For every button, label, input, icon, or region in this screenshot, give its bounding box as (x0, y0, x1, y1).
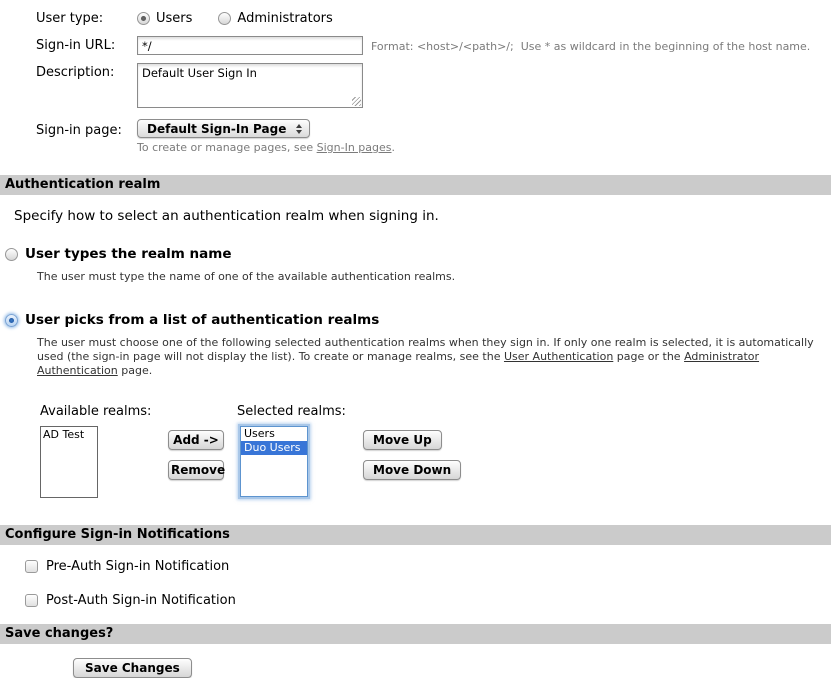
sign-in-url-label: Sign-in URL: (0, 36, 137, 53)
description-label: Description: (0, 63, 137, 80)
radio-administrators[interactable] (218, 12, 231, 25)
pre-auth-checkbox[interactable] (25, 560, 38, 573)
available-realms-column: Available realms: AD Test (40, 404, 168, 498)
resize-handle-icon[interactable] (352, 97, 361, 106)
description-textarea-wrap: Default User Sign In (137, 63, 363, 108)
remove-button[interactable]: Remove (168, 460, 224, 480)
policy-form: User type: Users Administrators Sign-in … (0, 0, 831, 154)
save-changes-button[interactable]: Save Changes (73, 658, 192, 678)
selected-realms-listbox[interactable]: Users Duo Users (240, 426, 308, 497)
post-auth-notification-row: Post-Auth Sign-in Notification (25, 593, 831, 608)
url-format-hint: Format: <host>/<path>/; Use * as wildcar… (371, 36, 810, 53)
add-remove-column: Add -> Remove (168, 404, 224, 498)
pre-auth-checkbox-label: Pre-Auth Sign-in Notification (46, 559, 229, 574)
hint-text: To create or manage pages, see (137, 141, 317, 154)
post-auth-checkbox-label: Post-Auth Sign-in Notification (46, 593, 236, 608)
sign-in-page-row: Sign-in page: Default Sign-In Page To cr… (0, 119, 831, 154)
list-item[interactable]: AD Test (41, 427, 97, 441)
sign-in-page-hint: To create or manage pages, see Sign-In p… (137, 141, 395, 154)
description-textarea[interactable]: Default User Sign In (137, 63, 363, 108)
sign-in-page-select[interactable]: Default Sign-In Page (137, 119, 310, 138)
option-user-picks-realm[interactable]: User picks from a list of authentication… (5, 312, 831, 328)
user-type-radio-group: Users Administrators (137, 11, 333, 26)
pre-auth-notification-row: Pre-Auth Sign-in Notification (25, 559, 831, 574)
option-user-types-realm-description: The user must type the name of one of th… (37, 270, 831, 284)
user-authentication-link[interactable]: User Authentication (504, 350, 613, 363)
sign-in-page-selected-value: Default Sign-In Page (147, 122, 286, 136)
move-up-button[interactable]: Move Up (363, 430, 442, 450)
radio-user-picks-realm[interactable] (5, 314, 18, 327)
available-realms-listbox[interactable]: AD Test (40, 426, 98, 498)
post-auth-checkbox[interactable] (25, 594, 38, 607)
option-user-picks-realm-label: User picks from a list of authentication… (25, 312, 379, 328)
selected-realms-label: Selected realms: (237, 404, 363, 419)
list-item[interactable]: Users (241, 427, 307, 441)
add-button[interactable]: Add -> (168, 430, 224, 450)
radio-users[interactable] (137, 12, 150, 25)
radio-users-label: Users (156, 11, 192, 26)
sign-in-url-row: Sign-in URL: Format: <host>/<path>/; Use… (0, 36, 831, 55)
pick-desc-end: page. (118, 364, 152, 377)
section-header-save-changes: Save changes? (0, 624, 831, 644)
move-down-button[interactable]: Move Down (363, 460, 461, 480)
pick-desc-mid: page or the (613, 350, 684, 363)
option-user-picks-realm-description: The user must choose one of the followin… (37, 336, 829, 378)
sign-in-policy-page: User type: Users Administrators Sign-in … (0, 0, 831, 660)
sign-in-pages-link[interactable]: Sign-In pages (317, 141, 392, 154)
available-realms-label: Available realms: (40, 404, 168, 419)
move-buttons-column: Move Up Move Down (363, 404, 461, 498)
list-item-selected[interactable]: Duo Users (241, 441, 307, 455)
radio-user-types-realm[interactable] (5, 248, 18, 261)
radio-administrators-label: Administrators (237, 11, 332, 26)
realm-intro-text: Specify how to select an authentication … (14, 208, 831, 224)
sign-in-page-field: Default Sign-In Page To create or manage… (137, 119, 395, 154)
option-user-types-realm[interactable]: User types the realm name (5, 246, 831, 262)
sign-in-page-label: Sign-in page: (0, 119, 137, 138)
description-row: Description: Default User Sign In (0, 63, 831, 108)
section-header-notifications: Configure Sign-in Notifications (0, 525, 831, 545)
sign-in-url-input[interactable] (137, 36, 363, 55)
option-user-types-realm-label: User types the realm name (25, 246, 232, 262)
selected-realms-column: Selected realms: Users Duo Users (237, 404, 363, 498)
section-header-authentication-realm: Authentication realm (0, 175, 831, 195)
user-type-row: User type: Users Administrators (0, 11, 831, 26)
hint-suffix: . (392, 141, 396, 154)
realm-picker-area: Available realms: AD Test Add -> Remove … (40, 404, 831, 498)
user-type-label: User type: (0, 11, 137, 26)
select-stepper-icon (296, 124, 302, 134)
